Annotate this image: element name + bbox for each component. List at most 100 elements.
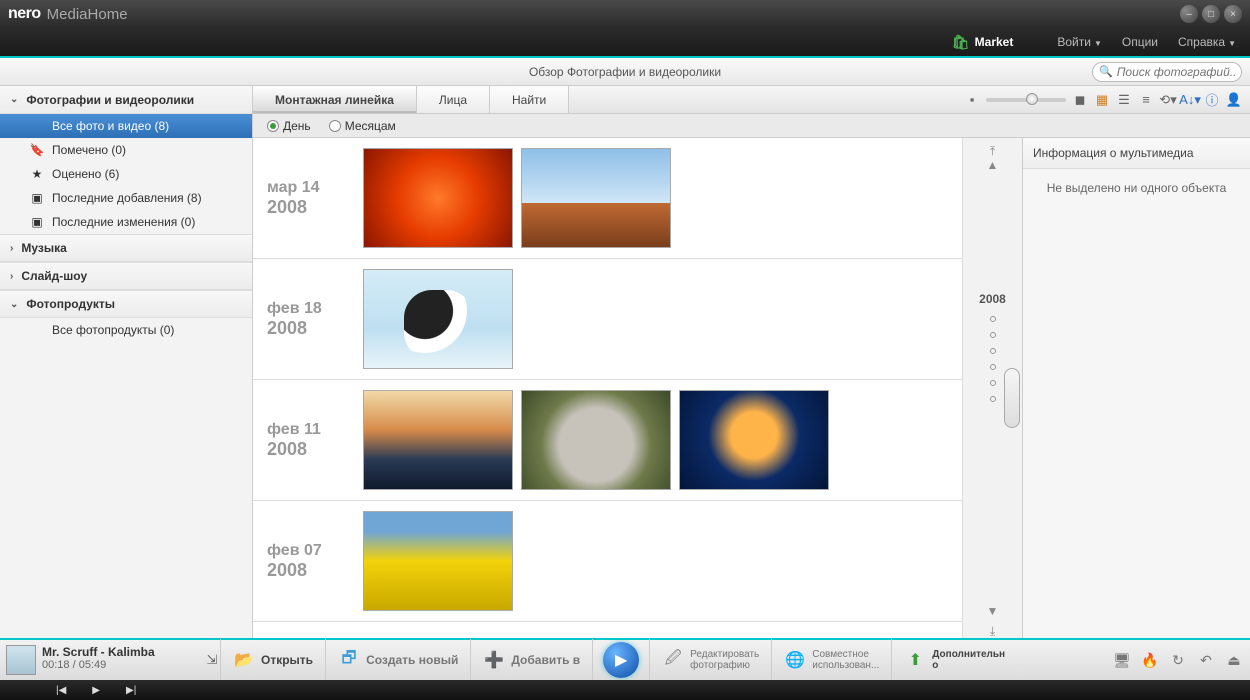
next-track-button[interactable]: ▶| — [126, 685, 136, 696]
photo-thumbnail[interactable] — [363, 511, 513, 611]
view-grid-icon[interactable]: ▦ — [1094, 92, 1110, 108]
radio-day[interactable]: День — [267, 119, 311, 133]
groupby-bar: День Месяцам — [253, 114, 1250, 138]
sidebar-item[interactable]: Все фотопродукты (0) — [0, 318, 252, 342]
timeline-handle[interactable] — [1004, 368, 1020, 428]
share-button[interactable]: 🌐 Совместноеиспользован... — [771, 639, 891, 681]
burn-icon[interactable]: 🔥 — [1140, 650, 1160, 670]
sidebar: ⌄Фотографии и видеоролики Все фото и виде… — [0, 86, 253, 638]
sidebar-section[interactable]: ›Музыка — [0, 234, 252, 262]
sidebar-item[interactable]: ★ Оценено (6) — [0, 162, 252, 186]
sidebar-item-label: Оценено (6) — [52, 167, 119, 181]
view-detail-icon[interactable]: ≡ — [1138, 92, 1154, 108]
sidebar-item-icon: 🔖 — [28, 143, 46, 157]
timeline-top-icon[interactable]: ⤒ — [986, 144, 1000, 158]
login-menu[interactable]: Войти▼ — [1057, 35, 1102, 49]
logo-nero: nero — [8, 5, 41, 23]
photo-thumbnail[interactable] — [363, 390, 513, 490]
timeline-bottom-icon[interactable]: ⤓ — [986, 624, 1000, 638]
radio-month[interactable]: Месяцам — [329, 119, 396, 133]
sidebar-item-label: Последние изменения (0) — [52, 215, 195, 229]
add-button[interactable]: ➕ Добавить в — [470, 639, 592, 681]
tab-find[interactable]: Найти — [490, 86, 569, 113]
market-link[interactable]: 🛍 Market — [952, 34, 1013, 51]
title-bar: nero MediaHome – □ × — [0, 0, 1250, 28]
sidebar-item-icon: ★ — [28, 167, 46, 181]
photo-thumbnail[interactable] — [521, 148, 671, 248]
photo-thumbnail[interactable] — [679, 390, 829, 490]
edit-icon: 🖉 — [662, 649, 684, 671]
person-icon[interactable]: 👤 — [1226, 92, 1242, 108]
date-group: фев 112008 — [253, 380, 962, 501]
sidebar-item-label: Помечено (0) — [52, 143, 126, 157]
thumb-large-icon[interactable]: ◼ — [1072, 92, 1088, 108]
create-button[interactable]: 🗗 Создать новый — [325, 639, 470, 681]
sort-icon[interactable]: A↓▾ — [1182, 92, 1198, 108]
zoom-slider[interactable] — [986, 98, 1066, 102]
help-menu[interactable]: Справка▼ — [1178, 35, 1236, 49]
sidebar-item-icon: ▣ — [28, 191, 46, 205]
eject-icon[interactable]: ⏏ — [1224, 650, 1244, 670]
thumb-small-icon[interactable]: ▪ — [964, 92, 980, 108]
sidebar-item[interactable]: 🔖 Помечено (0) — [0, 138, 252, 162]
edit-button[interactable]: 🖉 Редактироватьфотографию — [649, 639, 771, 681]
chevron-icon: ⌄ — [10, 299, 18, 310]
info-panel: Информация о мультимедиа Не выделено ни … — [1022, 138, 1250, 638]
search-icon: 🔍 — [1099, 65, 1113, 78]
plus-icon: ➕ — [483, 649, 505, 671]
sidebar-section[interactable]: ⌄Фотопродукты — [0, 290, 252, 318]
sidebar-section[interactable]: ⌄Фотографии и видеоролики — [0, 86, 252, 114]
undo-icon[interactable]: ↶ — [1196, 650, 1216, 670]
options-menu[interactable]: Опции — [1122, 35, 1158, 49]
date-group: мар 142008 — [253, 138, 962, 259]
photo-thumbnail[interactable] — [521, 390, 671, 490]
maximize-button[interactable]: □ — [1202, 5, 1220, 23]
now-playing-title: Mr. Scruff - Kalimba — [42, 645, 155, 659]
timeline-up-icon[interactable]: ▲ — [986, 158, 1000, 172]
folder-icon: 📂 — [233, 649, 255, 671]
prev-track-button[interactable]: |◀ — [56, 685, 66, 696]
sidebar-section[interactable]: ›Слайд-шоу — [0, 262, 252, 290]
logo-subtitle: MediaHome — [47, 6, 128, 23]
sidebar-item-label: Все фотопродукты (0) — [52, 323, 174, 337]
tab-faces[interactable]: Лица — [417, 86, 490, 113]
group-year: 2008 — [267, 439, 363, 460]
rotate-icon[interactable]: ⟲▾ — [1160, 92, 1176, 108]
photo-thumbnail[interactable] — [363, 148, 513, 248]
view-list-icon[interactable]: ☰ — [1116, 92, 1132, 108]
close-button[interactable]: × — [1224, 5, 1242, 23]
group-year: 2008 — [267, 560, 363, 581]
timeline-year: 2008 — [979, 292, 1006, 306]
now-playing-time: 00:18 / 05:49 — [42, 659, 155, 672]
play-pause-button[interactable]: ▶ — [92, 685, 100, 696]
search-input[interactable] — [1117, 65, 1235, 79]
reload-icon[interactable]: ↻ — [1168, 650, 1188, 670]
group-date: фев 18 — [267, 300, 363, 318]
photo-content: мар 142008фев 182008фев 112008фев 072008 — [253, 138, 962, 638]
sidebar-item[interactable]: ▣Последние добавления (8) — [0, 186, 252, 210]
chevron-icon: › — [10, 243, 13, 254]
photo-thumbnail[interactable] — [363, 269, 513, 369]
timeline-scroller[interactable]: ⤒ ▲ 2008 ▼ ⤓ — [962, 138, 1022, 638]
group-date: фев 11 — [267, 421, 363, 439]
minimize-button[interactable]: – — [1180, 5, 1198, 23]
monitor-icon[interactable]: 🖥 — [1112, 650, 1132, 670]
menu-bar: 🛍 Market Войти▼ Опции Справка▼ — [0, 28, 1250, 58]
sidebar-item[interactable]: Все фото и видео (8) — [0, 114, 252, 138]
timeline-down-icon[interactable]: ▼ — [986, 604, 1000, 618]
group-date: фев 07 — [267, 542, 363, 560]
date-group: фев 182008 — [253, 259, 962, 380]
info-icon[interactable]: ⓘ — [1204, 92, 1220, 108]
tab-timeline[interactable]: Монтажная линейка — [253, 86, 417, 113]
open-button[interactable]: 📂 Открыть — [220, 639, 325, 681]
playlist-icon[interactable]: ⇲ — [204, 652, 220, 668]
info-empty: Не выделено ни одного объекта — [1023, 169, 1250, 207]
more-button[interactable]: ⬆ Дополнительно — [891, 639, 1017, 681]
search-box[interactable]: 🔍 — [1092, 62, 1242, 82]
sidebar-item[interactable]: ▣Последние изменения (0) — [0, 210, 252, 234]
sidebar-item-label: Все фото и видео (8) — [52, 119, 169, 133]
chevron-icon: › — [10, 271, 13, 282]
group-date: мар 14 — [267, 179, 363, 197]
play-button[interactable]: ▶ — [603, 642, 639, 678]
action-bar: Mr. Scruff - Kalimba 00:18 / 05:49 ⇲ 📂 О… — [0, 638, 1250, 680]
